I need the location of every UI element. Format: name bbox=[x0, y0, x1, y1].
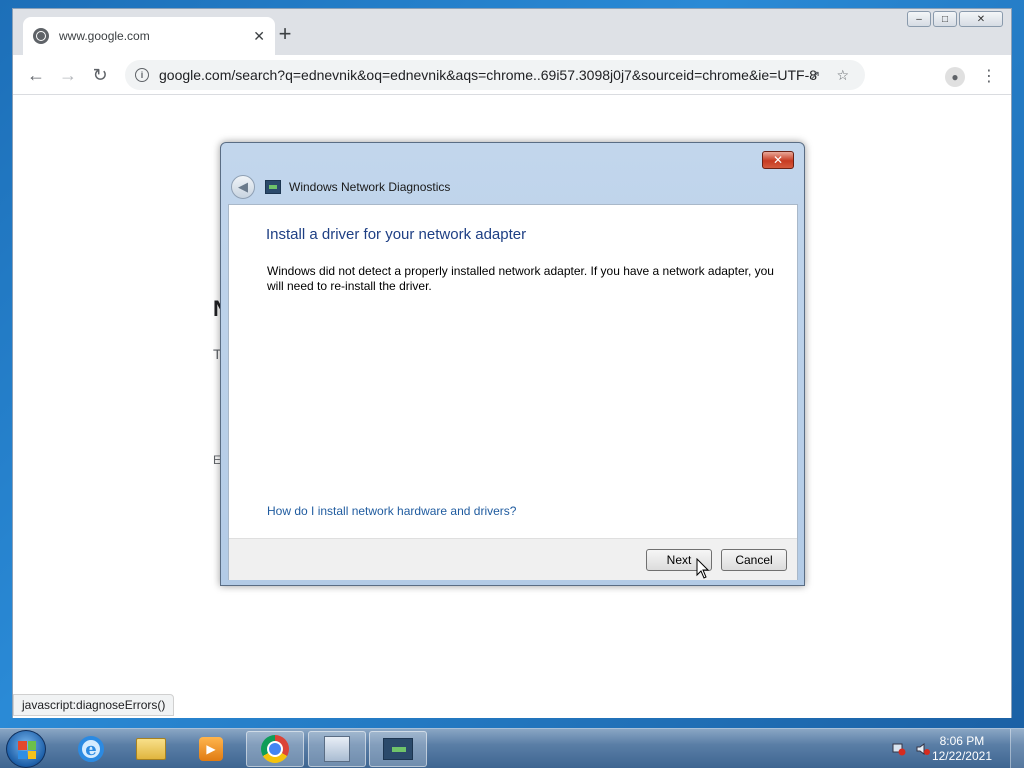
site-info-icon[interactable]: i bbox=[135, 68, 149, 82]
taskbar-windows-explorer[interactable] bbox=[122, 731, 180, 767]
folder-icon bbox=[136, 738, 166, 760]
back-arrow-icon[interactable]: ◀ bbox=[231, 175, 255, 199]
dialog-title: Windows Network Diagnostics bbox=[289, 180, 451, 194]
clock-date: 12/22/2021 bbox=[931, 749, 992, 763]
taskbar-google-chrome[interactable] bbox=[246, 731, 304, 767]
menu-kebab-icon[interactable]: ⋮ bbox=[981, 66, 997, 86]
internet-explorer-icon: e bbox=[78, 736, 104, 762]
profile-avatar-icon[interactable]: ● bbox=[945, 67, 965, 87]
bookmark-star-icon[interactable]: ☆ bbox=[836, 67, 849, 84]
show-desktop-button[interactable] bbox=[1010, 729, 1024, 768]
tab-title: www.google.com bbox=[59, 29, 150, 43]
minimize-button[interactable]: – bbox=[907, 11, 931, 27]
dialog-footer: Next Cancel bbox=[229, 538, 797, 580]
mouse-cursor-icon bbox=[696, 558, 710, 579]
windows-logo-icon bbox=[18, 741, 36, 759]
new-tab-button[interactable]: + bbox=[275, 23, 295, 45]
taskbar-internet-explorer[interactable]: e bbox=[62, 731, 120, 767]
dialog-message: Windows did not detect a properly instal… bbox=[267, 264, 774, 293]
back-arrow-icon[interactable]: ← bbox=[25, 65, 47, 85]
dialog-body: Install a driver for your network adapte… bbox=[228, 204, 798, 580]
globe-icon bbox=[33, 28, 49, 44]
url-text: google.com/search?q=ednevnik&oq=ednevnik… bbox=[159, 67, 818, 83]
start-button[interactable] bbox=[6, 730, 46, 768]
volume-muted-icon[interactable] bbox=[916, 742, 930, 756]
network-diagnostics-icon bbox=[265, 180, 281, 194]
window-controls: – □ ✕ bbox=[907, 11, 1003, 27]
tab-strip: www.google.com ✕ + – □ ✕ bbox=[13, 9, 1011, 55]
browser-tab[interactable]: www.google.com ✕ bbox=[23, 17, 275, 55]
reload-icon[interactable]: ↻ bbox=[89, 65, 111, 85]
share-icon[interactable]: ↗ bbox=[809, 67, 821, 84]
clock-time: 8:06 PM bbox=[939, 734, 985, 748]
address-bar[interactable]: i google.com/search?q=ednevnik&oq=ednevn… bbox=[125, 60, 865, 90]
taskbar-media-player[interactable]: ▶ bbox=[182, 731, 240, 767]
network-diagnostics-dialog: ✕ ◀ Windows Network Diagnostics Install … bbox=[220, 142, 805, 586]
taskbar-network-diagnostics[interactable] bbox=[308, 731, 366, 767]
cancel-button[interactable]: Cancel bbox=[721, 549, 787, 571]
system-clock[interactable]: 8:06 PM 12/22/2021 bbox=[932, 734, 992, 764]
network-diagnostics-icon bbox=[324, 736, 350, 762]
taskbar-network-diagnostics-window[interactable] bbox=[369, 731, 427, 767]
forward-arrow-icon[interactable]: → bbox=[57, 65, 79, 85]
browser-toolbar: ← → ↻ i google.com/search?q=ednevnik&oq=… bbox=[13, 55, 1011, 95]
network-diagnostics-window-icon bbox=[383, 738, 413, 760]
taskbar: e ▶ 8:06 PM 12/22/2021 bbox=[0, 728, 1024, 768]
tab-close-icon[interactable]: ✕ bbox=[253, 28, 265, 45]
status-bubble: javascript:diagnoseErrors() bbox=[13, 694, 175, 716]
help-link[interactable]: How do I install network hardware and dr… bbox=[267, 504, 516, 518]
chrome-icon bbox=[261, 735, 289, 763]
maximize-button[interactable]: □ bbox=[933, 11, 957, 27]
dialog-close-button[interactable]: ✕ bbox=[762, 151, 794, 169]
dialog-heading: Install a driver for your network adapte… bbox=[266, 226, 527, 243]
window-close-button[interactable]: ✕ bbox=[959, 11, 1003, 27]
network-error-icon[interactable] bbox=[892, 742, 906, 756]
media-player-icon: ▶ bbox=[199, 737, 223, 761]
